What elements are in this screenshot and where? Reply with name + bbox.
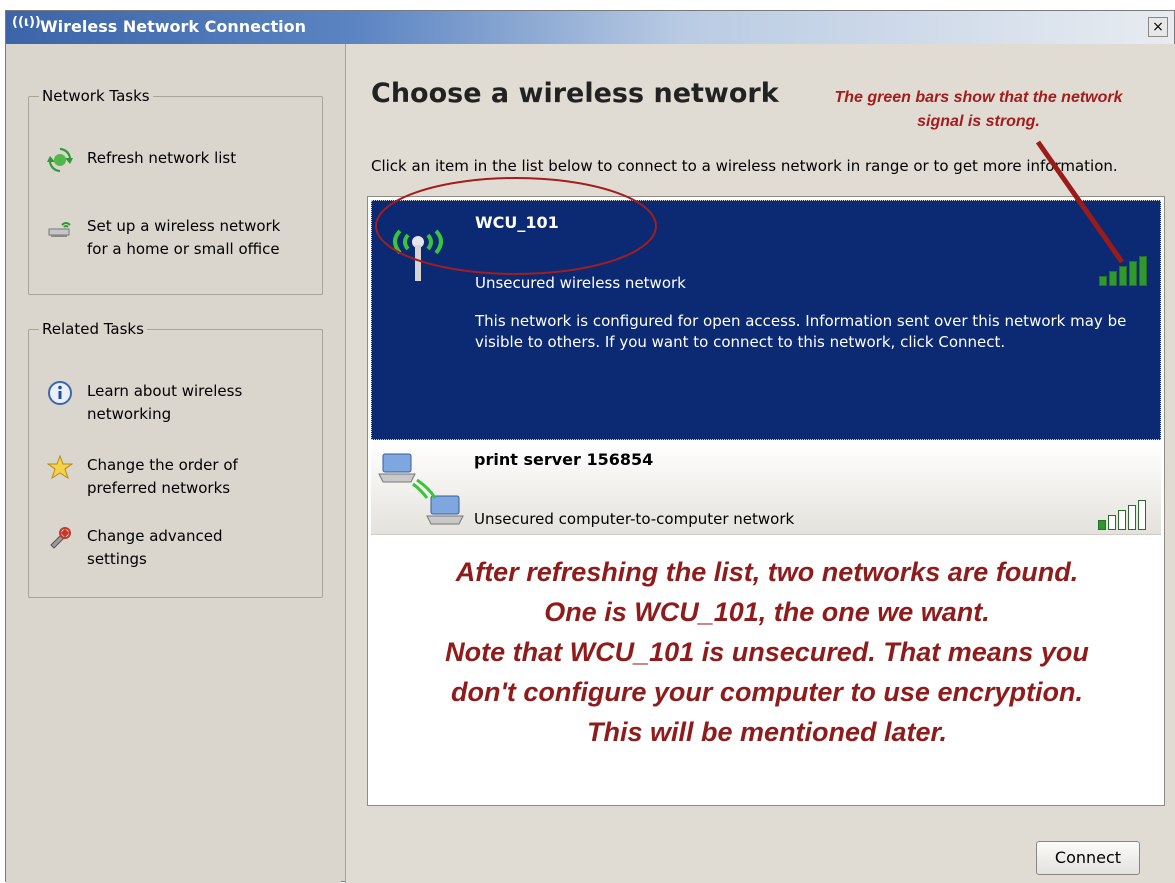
network-ssid: print server 156854 <box>474 450 654 469</box>
network-tasks-group: Network Tasks Refresh network list Set u… <box>28 87 323 295</box>
star-icon <box>47 454 73 480</box>
signal-bar <box>1118 510 1126 530</box>
signal-bar <box>1138 500 1146 530</box>
signal-bar <box>1128 505 1136 530</box>
window-title: Wireless Network Connection <box>40 17 306 36</box>
close-button[interactable]: × <box>1148 17 1168 37</box>
annotation-arrow <box>1035 140 1125 264</box>
learn-wireless-label: Learn about wireless networking <box>87 382 243 423</box>
setup-wireless-network-link[interactable]: Set up a wireless network for a home or … <box>47 215 280 261</box>
refresh-icon <box>47 147 73 173</box>
task-pane: Network Tasks Refresh network list Set u… <box>6 44 341 883</box>
setup-wireless-icon <box>48 222 71 237</box>
main-pane: Choose a wireless network The green bars… <box>345 44 1175 883</box>
signal-bar <box>1098 520 1106 530</box>
setup-wireless-network-label: Set up a wireless network for a home or … <box>87 217 281 258</box>
change-order-label: Change the order of preferred networks <box>87 456 238 497</box>
network-item-print-server[interactable]: print server 156854 Unsecured computer-t… <box>371 442 1161 535</box>
settings-icon <box>50 527 71 549</box>
change-advanced-settings-label: Change advanced settings <box>87 527 223 568</box>
network-tasks-title: Network Tasks <box>39 87 153 105</box>
learn-wireless-link[interactable]: Learn about wireless networking <box>47 380 242 426</box>
wireless-network-window: ((ι)) Wireless Network Connection × Netw… <box>5 10 1175 883</box>
title-bar: ((ι)) Wireless Network Connection × <box>6 11 1174 44</box>
refresh-network-list-label: Refresh network list <box>87 149 237 167</box>
related-tasks-title: Related Tasks <box>39 320 147 338</box>
signal-strength-indicator <box>1098 500 1146 530</box>
network-details: This network is configured for open acce… <box>475 312 1127 351</box>
info-icon <box>48 381 72 405</box>
signal-bar <box>1108 515 1116 530</box>
refresh-network-list-link[interactable]: Refresh network list <box>47 147 236 173</box>
annotation-explanation: After refreshing the list, two networks … <box>445 557 1089 747</box>
change-advanced-settings-link[interactable]: Change advanced settings <box>47 525 222 571</box>
connect-button[interactable]: Connect <box>1036 841 1140 875</box>
computer-to-computer-icon <box>378 453 464 525</box>
network-security: Unsecured computer-to-computer network <box>474 510 795 528</box>
wireless-icon: ((ι)) <box>12 15 41 30</box>
change-order-link[interactable]: Change the order of preferred networks <box>47 454 238 500</box>
related-tasks-group: Related Tasks Learn about wireless netwo… <box>28 320 323 598</box>
